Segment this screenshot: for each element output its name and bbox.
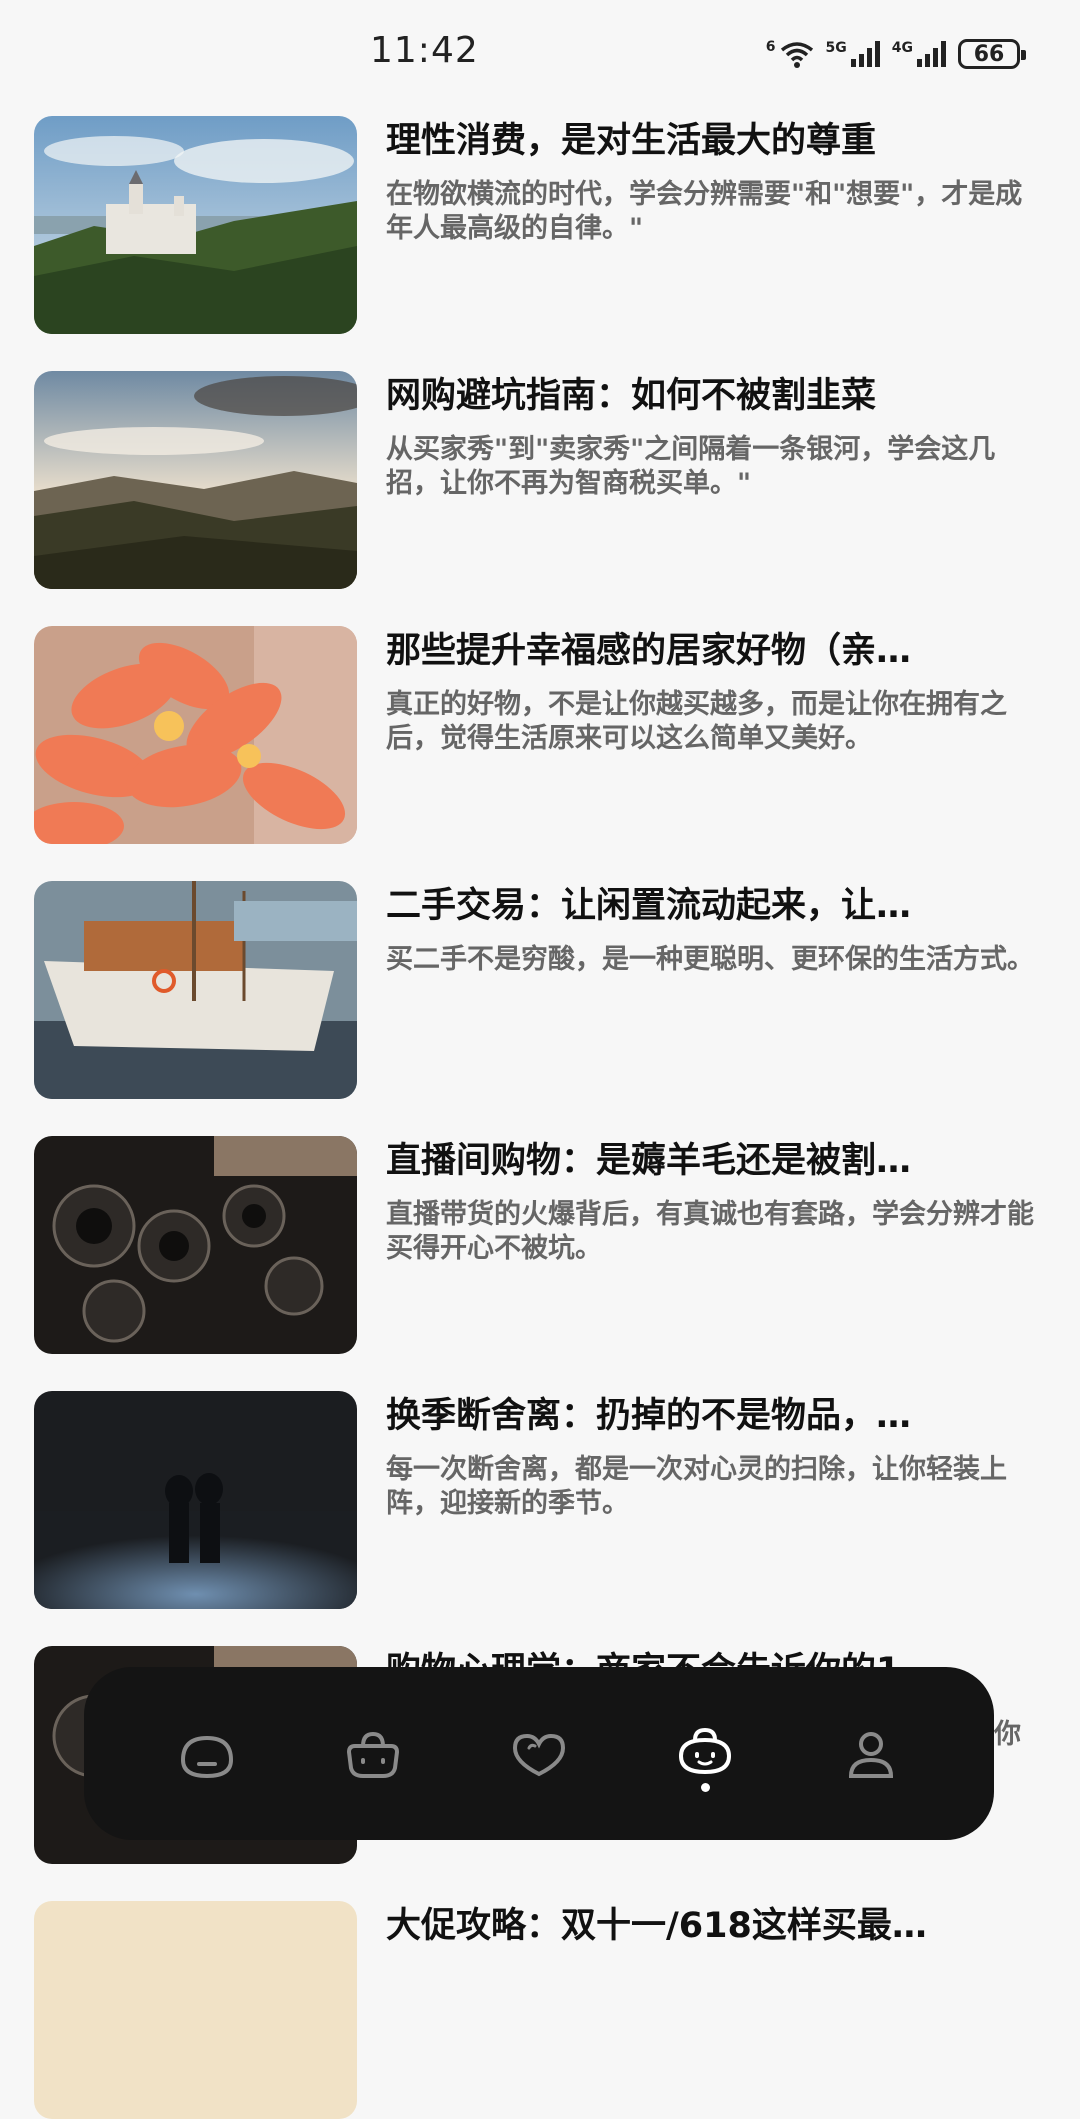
article-description: 你 <box>994 1719 1021 1750</box>
active-indicator-dot <box>700 1782 710 1792</box>
article-thumbnail[interactable] <box>34 1901 357 2119</box>
nav-shop[interactable] <box>313 1694 433 1814</box>
wifi-indicator: 6 <box>766 40 814 68</box>
article-card[interactable]: 理性消费，是对生活最大的尊重 在物欲横流的时代，学会分辨需要"和"想要"，才是成… <box>34 116 1054 334</box>
article-title[interactable]: 大促攻略：双十一/618这样买最… <box>386 1901 1046 1951</box>
article-thumbnail[interactable] <box>34 116 357 334</box>
couple-in-rain-image <box>34 1391 357 1609</box>
status-icons: 6 5G 4G 66 <box>766 36 1026 72</box>
article-card[interactable]: 换季断舍离：扔掉的不是物品，… 每一次断舍离，都是一次对心灵的扫除，让你轻装上阵… <box>34 1391 1054 1609</box>
basket-icon <box>346 1731 400 1778</box>
sim1-signal: 5G <box>826 41 880 67</box>
article-description: 买二手不是穷酸，是一种更聪明、更环保的生活方式。 <box>386 944 1034 975</box>
article-card[interactable]: 那些提升幸福感的居家好物（亲… 真正的好物，不是让你越买越多，而是让你在拥有之后… <box>34 626 1054 844</box>
article-description: 从买家秀"到"卖家秀"之间隔着一条银河，学会这几招，让你不再为智商税买单。" <box>386 434 996 499</box>
article-title[interactable]: 那些提升幸福感的居家好物（亲… <box>386 626 1046 676</box>
sim1-tag: 5G <box>825 40 847 56</box>
article-card[interactable]: 二手交易：让闲置流动起来，让… 买二手不是穷酸，是一种更聪明、更环保的生活方式。 <box>34 881 1054 1099</box>
signal-bars-icon <box>850 41 880 67</box>
article-thumbnail[interactable] <box>34 1391 357 1609</box>
article-title[interactable]: 网购避坑指南：如何不被割韭菜 <box>386 371 1046 421</box>
status-time: 11:42 <box>370 30 479 71</box>
battery-indicator: 66 <box>958 39 1026 69</box>
article-card[interactable]: 大促攻略：双十一/618这样买最… <box>34 1901 1054 2119</box>
wifi-tag: 6 <box>765 39 776 55</box>
article-face-icon <box>678 1727 732 1774</box>
signal-bars-icon <box>917 41 946 67</box>
sim2-tag: 4G <box>891 40 913 56</box>
nav-home[interactable] <box>147 1694 267 1814</box>
sailboat-harbor-image <box>34 881 357 1099</box>
warm-gradient-image <box>34 1901 357 2119</box>
article-description: 在物欲横流的时代，学会分辨需要"和"想要"，才是成年人最高级的自律。" <box>386 179 1023 244</box>
vintage-cameras-image <box>34 1136 357 1354</box>
hills-landscape-image <box>34 371 357 589</box>
article-title[interactable]: 换季断舍离：扔掉的不是物品，… <box>386 1391 1046 1441</box>
sim2-signal: 4G <box>892 41 946 67</box>
article-description: 真正的好物，不是让你越买越多，而是让你在拥有之后，觉得生活原来可以这么简单又美好… <box>386 689 1007 754</box>
nav-profile[interactable] <box>811 1694 931 1814</box>
bottom-navigation <box>84 1667 994 1840</box>
article-thumbnail[interactable] <box>34 371 357 589</box>
nav-articles[interactable] <box>645 1694 765 1814</box>
wifi-icon <box>780 42 813 68</box>
nav-favorites[interactable] <box>479 1694 599 1814</box>
article-title[interactable]: 直播间购物：是薅羊毛还是被割… <box>386 1136 1046 1186</box>
castle-landscape-image <box>34 116 357 334</box>
heart-icon <box>512 1733 566 1776</box>
profile-icon <box>848 1731 894 1778</box>
home-face-icon <box>180 1735 234 1778</box>
article-card[interactable]: 直播间购物：是薅羊毛还是被割… 直播带货的火爆背后，有真诚也有套路，学会分辨才能… <box>34 1136 1054 1354</box>
status-bar: 11:42 6 5G 4G 66 <box>0 0 1080 110</box>
article-title[interactable]: 理性消费，是对生活最大的尊重 <box>386 116 1046 166</box>
orange-flowers-image <box>34 626 357 844</box>
article-title[interactable]: 二手交易：让闲置流动起来，让… <box>386 881 1046 931</box>
article-thumbnail[interactable] <box>34 881 357 1099</box>
article-thumbnail[interactable] <box>34 626 357 844</box>
article-card[interactable]: 网购避坑指南：如何不被割韭菜 从买家秀"到"卖家秀"之间隔着一条银河，学会这几招… <box>34 371 1054 589</box>
article-description: 每一次断舍离，都是一次对心灵的扫除，让你轻装上阵，迎接新的季节。 <box>386 1454 1007 1519</box>
article-description: 直播带货的火爆背后，有真诚也有套路，学会分辨才能买得开心不被坑。 <box>386 1199 1034 1264</box>
article-thumbnail[interactable] <box>34 1136 357 1354</box>
